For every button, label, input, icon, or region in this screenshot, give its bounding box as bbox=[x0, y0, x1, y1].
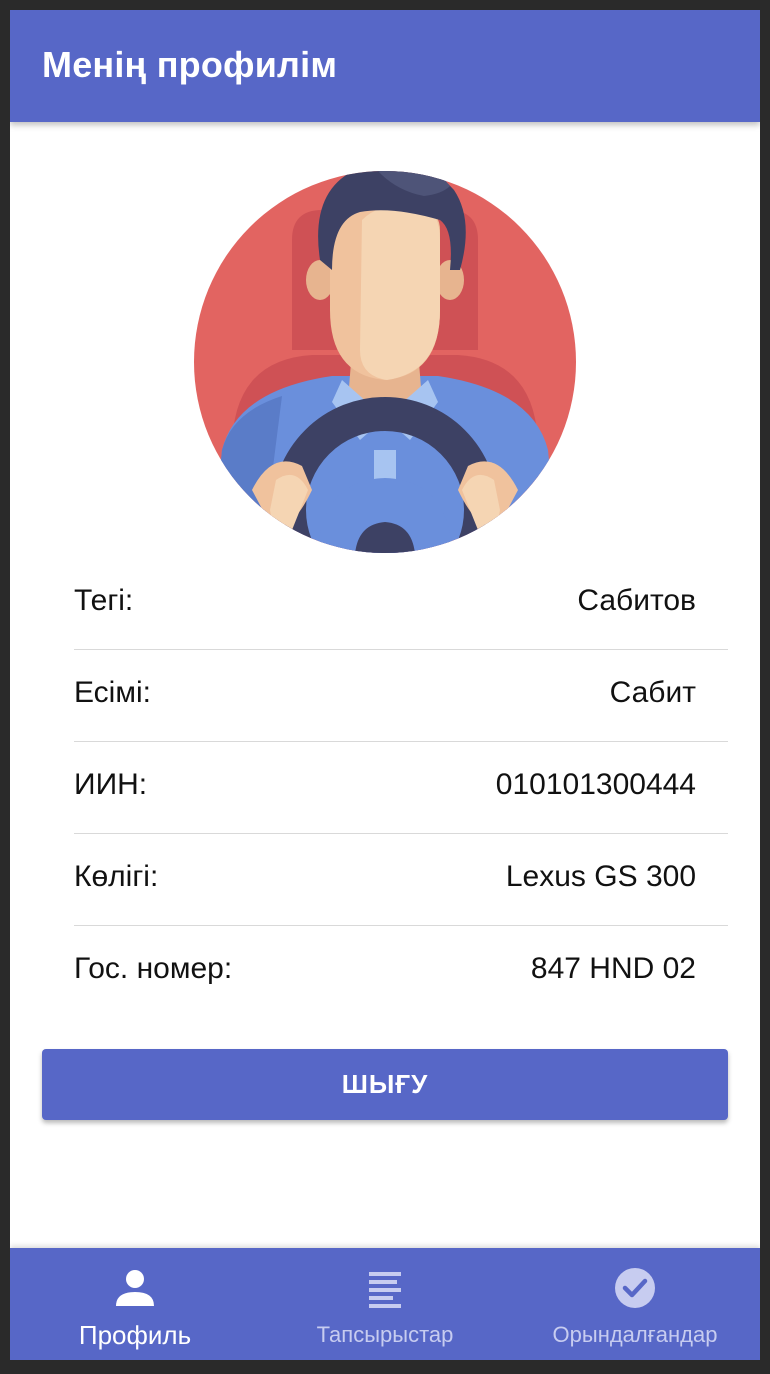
vehicle-label: Көлігі: bbox=[74, 860, 159, 893]
first-name-label: Есімі: bbox=[74, 676, 151, 709]
page-title: Менің профилім bbox=[42, 44, 338, 85]
check-circle-icon bbox=[615, 1268, 655, 1308]
nav-item-orders[interactable]: Тапсырыстар bbox=[260, 1248, 510, 1360]
first-name-value: Сабит bbox=[609, 676, 696, 709]
nav-item-completed[interactable]: Орындалғандар bbox=[510, 1248, 760, 1360]
nav-item-profile[interactable]: Профиль bbox=[10, 1248, 260, 1360]
logout-button-label: ШЫҒУ bbox=[341, 1069, 429, 1099]
logout-button[interactable]: ШЫҒУ bbox=[42, 1049, 728, 1120]
first-name-row: Есімі: Сабит bbox=[74, 650, 728, 742]
nav-label-completed: Орындалғандар bbox=[552, 1322, 718, 1347]
list-icon bbox=[369, 1272, 401, 1308]
nav-label-orders: Тапсырыстар bbox=[316, 1322, 454, 1347]
plate-number-row: Гос. номер: 847 HND 02 bbox=[74, 926, 728, 1017]
app-bar: Менің профилім bbox=[10, 10, 760, 122]
surname-label: Тегі: bbox=[74, 584, 134, 617]
vehicle-value: Lexus GS 300 bbox=[505, 860, 696, 893]
nav-label-profile: Профиль bbox=[78, 1320, 192, 1350]
bottom-navigation: Профиль Тапсырыстар Орындалғандар bbox=[10, 1248, 760, 1360]
app-screen: Менің профилім Тегі: Сабитов Есімі: Саби… bbox=[10, 10, 760, 1360]
plate-number-value: 847 HND 02 bbox=[530, 952, 696, 985]
surname-row: Тегі: Сабитов bbox=[74, 558, 728, 650]
person-icon bbox=[116, 1270, 154, 1306]
iin-value: 010101300444 bbox=[495, 768, 696, 801]
iin-row: ИИН: 010101300444 bbox=[74, 742, 728, 834]
driver-avatar-icon bbox=[192, 150, 578, 554]
iin-label: ИИН: bbox=[74, 768, 148, 801]
plate-number-label: Гос. номер: bbox=[74, 952, 233, 985]
vehicle-row: Көлігі: Lexus GS 300 bbox=[74, 834, 728, 926]
profile-info-list: Тегі: Сабитов Есімі: Сабит ИИН: 01010130… bbox=[74, 558, 728, 1017]
surname-value: Сабитов bbox=[577, 584, 696, 617]
